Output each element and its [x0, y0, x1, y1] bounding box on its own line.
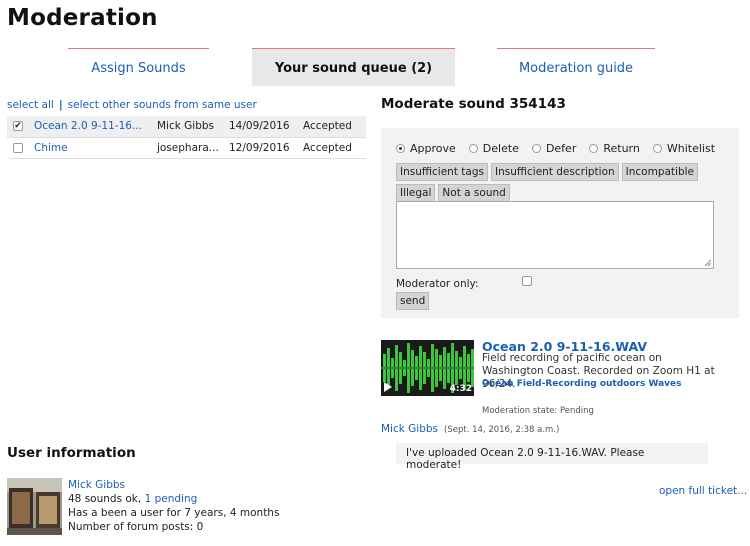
row-checkbox[interactable]: [13, 142, 23, 153]
moderation-form: Approve Delete Defer Return Whitelist In…: [381, 128, 739, 318]
moderation-message-textarea[interactable]: [396, 201, 714, 269]
sound-date: 12/09/2016: [224, 137, 298, 159]
moderate-heading: Moderate sound 354143: [381, 96, 566, 112]
radio-return[interactable]: [589, 144, 599, 153]
radio-delete[interactable]: [468, 144, 478, 153]
link-separator: |: [58, 99, 63, 111]
sounds-ok-count: 48 sounds ok,: [68, 493, 142, 505]
sound-link[interactable]: Ocean 2.0 9-11-16...: [34, 120, 142, 132]
sound-waveform-player[interactable]: 4:32: [381, 340, 474, 396]
sound-link[interactable]: Chime: [34, 142, 68, 154]
template-illegal-button[interactable]: Illegal: [396, 184, 436, 202]
comment-bubble: I've uploaded Ocean 2.0 9-11-16.WAV. Ple…: [396, 443, 708, 471]
page-title: Moderation: [7, 5, 158, 31]
template-insufficient-description-button[interactable]: Insufficient description: [490, 163, 619, 181]
tag-link[interactable]: outdoors: [600, 379, 646, 389]
option-label: Approve: [410, 142, 456, 155]
tab-label: Assign Sounds: [91, 61, 186, 76]
template-buttons: Insufficient tags Insufficient descripti…: [396, 163, 736, 202]
user-info-details: Mick Gibbs 48 sounds ok, 1 pending Has a…: [68, 478, 279, 534]
template-not-a-sound-button[interactable]: Not a sound: [438, 184, 510, 202]
sound-duration: 4:32: [449, 384, 472, 394]
resize-handle-icon[interactable]: [704, 259, 711, 266]
sound-status: Accepted: [298, 137, 366, 159]
sound-status: Accepted: [298, 116, 366, 138]
option-label: Defer: [545, 142, 577, 155]
comment-date: (Sept. 14, 2016, 2:38 a.m.): [444, 425, 560, 435]
user-info-heading: User information: [7, 445, 136, 461]
moderation-options: Approve Delete Defer Return Whitelist: [396, 142, 715, 155]
tab-label: Your sound queue (2): [274, 61, 433, 76]
avatar: [7, 478, 62, 535]
table-row[interactable]: ✔ Ocean 2.0 9-11-16... Mick Gibbs 14/09/…: [7, 116, 366, 138]
comment-header: Mick Gibbs (Sept. 14, 2016, 2:38 a.m.): [381, 423, 559, 435]
play-icon[interactable]: [384, 382, 392, 392]
radio-whitelist[interactable]: [652, 144, 662, 153]
open-full-ticket-link[interactable]: open full ticket...: [659, 485, 747, 497]
member-duration: Has a been a user for 7 years, 4 months: [68, 507, 280, 519]
forum-posts-count: Number of forum posts: 0: [68, 521, 204, 533]
sound-date: 14/09/2016: [224, 116, 298, 138]
pending-sounds-link[interactable]: 1 pending: [145, 493, 198, 505]
template-incompatible-button[interactable]: Incompatible: [621, 163, 699, 181]
radio-defer[interactable]: [531, 144, 541, 153]
sound-user: josephara...: [152, 137, 224, 159]
row-checkbox[interactable]: ✔: [13, 121, 23, 132]
tab-label: Moderation guide: [518, 61, 634, 76]
tag-link[interactable]: Field-Recording: [517, 379, 597, 389]
tag-link[interactable]: Ocean: [482, 379, 514, 389]
user-name-link[interactable]: Mick Gibbs: [68, 479, 125, 491]
option-label: Return: [603, 142, 640, 155]
option-approve[interactable]: Approve: [396, 142, 456, 155]
select-same-user-link[interactable]: select other sounds from same user: [68, 99, 257, 111]
tag-link[interactable]: Waves: [648, 379, 681, 389]
tab-assign-sounds[interactable]: Assign Sounds: [68, 48, 209, 86]
tab-moderation-guide[interactable]: Moderation guide: [497, 48, 655, 86]
send-button[interactable]: send: [396, 292, 430, 310]
moderator-only-checkbox[interactable]: [522, 276, 532, 286]
option-label: Whitelist: [666, 142, 716, 155]
option-return[interactable]: Return: [589, 142, 640, 155]
sound-queue-table: ✔ Ocean 2.0 9-11-16... Mick Gibbs 14/09/…: [7, 116, 366, 159]
option-delete[interactable]: Delete: [468, 142, 519, 155]
option-defer[interactable]: Defer: [531, 142, 577, 155]
sound-tags: Ocean Field-Recording outdoors Waves: [482, 379, 681, 389]
sound-user: Mick Gibbs: [152, 116, 224, 138]
moderation-state: Moderation state: Pending: [482, 406, 594, 416]
template-insufficient-tags-button[interactable]: Insufficient tags: [396, 163, 488, 181]
table-row[interactable]: Chime josephara... 12/09/2016 Accepted: [7, 137, 366, 159]
select-all-link[interactable]: select all: [7, 99, 54, 111]
avatar-image: [7, 478, 62, 535]
tab-your-sound-queue[interactable]: Your sound queue (2): [252, 48, 455, 86]
option-whitelist[interactable]: Whitelist: [652, 142, 716, 155]
radio-approve[interactable]: [396, 144, 405, 153]
moderator-only-label: Moderator only:: [396, 278, 479, 290]
selection-links: select all | select other sounds from same…: [7, 99, 257, 111]
comment-author-link[interactable]: Mick Gibbs: [381, 423, 438, 435]
option-label: Delete: [482, 142, 519, 155]
